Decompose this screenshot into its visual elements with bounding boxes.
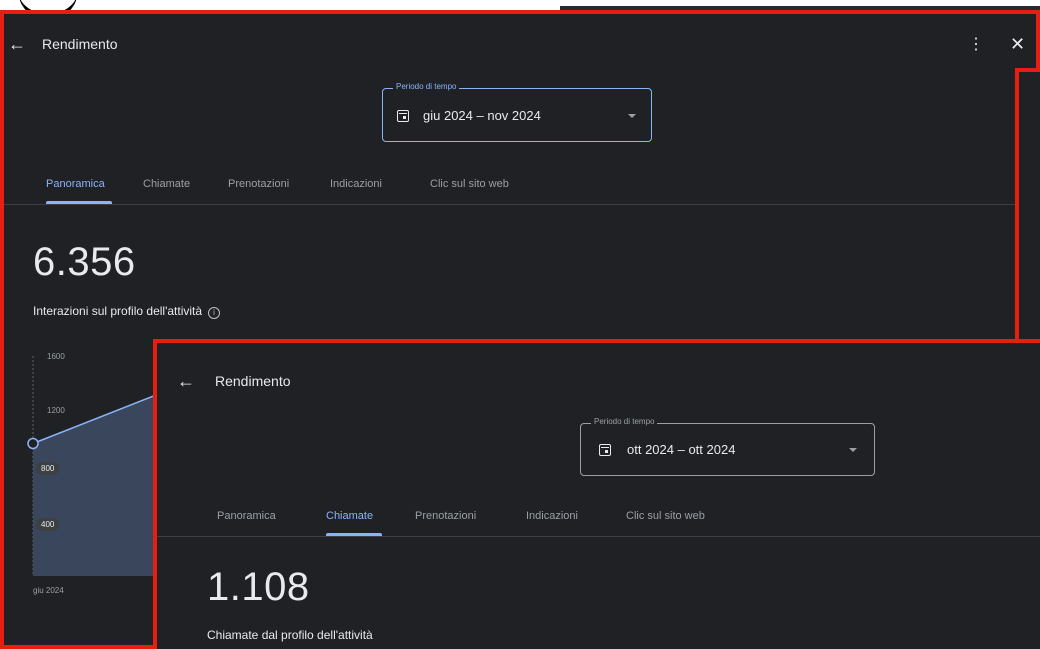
area-fill [33,393,160,576]
y-tick-1600: 1600 [47,352,65,361]
side-window-sliver [1015,68,1040,346]
time-period-value: ott 2024 – ott 2024 [627,442,736,457]
tab-bar: Panoramica Chiamate Prenotazioni Indicaz… [157,500,1040,537]
x-tick-giu-2024: giu 2024 [33,586,64,595]
tab-panoramica[interactable]: Panoramica [46,178,105,190]
tab-indicazioni[interactable]: Indicazioni [330,178,382,190]
time-period-legend: Periodo di tempo [591,417,658,426]
active-tab-indicator [46,201,112,204]
interactions-chart: 1600 1200 800 400 giu 2024 [0,336,160,636]
data-point [27,437,39,450]
tab-chiamate[interactable]: Chiamate [326,510,373,522]
tab-chiamate[interactable]: Chiamate [143,178,190,190]
arrow-left-icon[interactable]: ← [8,34,26,55]
active-tab-indicator [326,533,382,536]
interactions-total: 6.356 [33,240,136,284]
more-vert-icon[interactable]: ⋮ [968,34,984,54]
time-period-select[interactable]: Periodo di tempo ott 2024 – ott 2024 [580,417,875,476]
chevron-down-icon [628,114,636,118]
close-icon[interactable]: ✕ [1010,34,1025,55]
performance-window-calls: ← Rendimento Periodo di tempo ott 2024 –… [157,343,1040,649]
tab-indicazioni[interactable]: Indicazioni [526,510,578,522]
interactions-chart-svg [27,356,160,576]
y-tick-400: 400 [36,518,60,531]
tab-bar: Panoramica Chiamate Prenotazioni Indicaz… [0,168,1040,205]
calls-total: 1.108 [207,565,310,609]
chevron-down-icon [849,448,857,452]
calendar-icon [599,444,611,456]
arrow-left-icon[interactable]: ← [177,371,195,392]
window-header: ← Rendimento ⋮ ✕ [0,10,1040,70]
tab-panoramica[interactable]: Panoramica [217,510,276,522]
info-icon[interactable]: i [208,307,221,319]
time-period-select[interactable]: Periodo di tempo giu 2024 – nov 2024 [382,82,652,142]
time-period-legend: Periodo di tempo [393,82,460,91]
tab-prenotazioni[interactable]: Prenotazioni [415,510,476,522]
calendar-icon [397,110,409,122]
y-tick-800: 800 [36,462,60,475]
time-period-value: giu 2024 – nov 2024 [423,108,541,123]
interactions-label: Interazioni sul profilo dell'attività i [33,304,221,319]
tab-clic-sito-web[interactable]: Clic sul sito web [626,510,705,522]
tab-prenotazioni[interactable]: Prenotazioni [228,178,289,190]
tab-clic-sito-web[interactable]: Clic sul sito web [430,178,509,190]
window-title: Rendimento [215,373,291,389]
calls-label: Chiamate dal profilo dell'attività [207,628,373,642]
y-tick-1200: 1200 [47,406,65,415]
interactions-label-text: Interazioni sul profilo dell'attività [33,304,203,318]
window-title: Rendimento [42,36,118,52]
